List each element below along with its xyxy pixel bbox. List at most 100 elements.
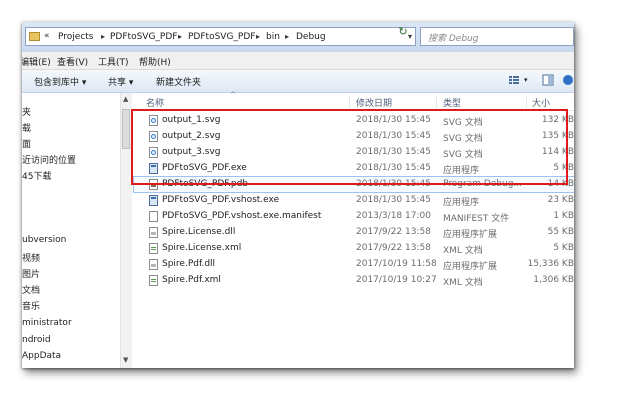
- xml-file-icon: [149, 243, 158, 254]
- breadcrumb-pdftosvg-pdf-2[interactable]: PDFtoSVG_PDF: [188, 32, 255, 42]
- file-row[interactable]: Spire.License.dll 2017/9/22 13:58 应用程序扩展…: [134, 225, 574, 240]
- chevron-right-icon[interactable]: ▸: [256, 32, 260, 41]
- file-name: output_2.svg: [162, 131, 221, 141]
- help-icon[interactable]: [562, 74, 574, 86]
- scroll-down-icon[interactable]: ▼: [123, 356, 128, 364]
- file-name: PDFtoSVG_PDF.vshost.exe.manifest: [162, 211, 322, 221]
- refresh-icon[interactable]: ↻: [395, 26, 411, 38]
- nav-item-administrator[interactable]: ministrator: [22, 318, 72, 328]
- chevron-right-icon[interactable]: ▸: [178, 32, 182, 41]
- nav-item-music[interactable]: 音乐: [22, 299, 40, 312]
- file-type: Program Debug...: [443, 179, 523, 189]
- address-bar[interactable]: « Projects ▸ PDFtoSVG_PDF ▸ PDFtoSVG_PDF…: [25, 27, 416, 46]
- file-date: 2018/1/30 15:45: [356, 179, 431, 189]
- menu-help[interactable]: 帮助(H): [139, 55, 171, 68]
- file-row[interactable]: output_2.svg 2018/1/30 15:45 SVG 文档 135 …: [134, 129, 574, 144]
- file-size: 5 KB: [553, 163, 574, 173]
- file-row[interactable]: Spire.Pdf.dll 2017/10/19 11:58 应用程序扩展 15…: [134, 257, 574, 272]
- address-overflow[interactable]: «: [44, 31, 50, 41]
- new-folder-button[interactable]: 新建文件夹: [156, 75, 201, 88]
- menu-tools[interactable]: 工具(T): [98, 55, 129, 68]
- file-row[interactable]: PDFtoSVG_PDF.exe 2018/1/30 15:45 应用程序 5 …: [134, 161, 574, 176]
- exe-file-icon: [149, 163, 158, 174]
- file-size: 15,336 KB: [527, 259, 574, 269]
- chevron-down-icon[interactable]: ▾: [524, 76, 528, 84]
- preview-pane-icon[interactable]: [542, 74, 554, 86]
- file-row[interactable]: Spire.License.xml 2017/9/22 13:58 XML 文档…: [134, 241, 574, 256]
- svg-file-icon: [149, 131, 158, 142]
- xml-file-icon: [149, 275, 158, 286]
- nav-item-appdata[interactable]: AppData: [22, 351, 61, 361]
- nav-item-downloads[interactable]: 载: [22, 121, 31, 134]
- nav-scrollbar[interactable]: ▲ ▼: [120, 93, 132, 368]
- nav-item-android[interactable]: ndroid: [22, 335, 51, 345]
- nav-item-desktop[interactable]: 面: [22, 137, 31, 150]
- column-divider[interactable]: [436, 95, 437, 108]
- scroll-up-icon[interactable]: ▲: [123, 95, 128, 103]
- file-type: 应用程序: [443, 166, 480, 176]
- file-type: 应用程序: [443, 198, 480, 208]
- file-type: SVG 文档: [443, 150, 483, 160]
- nav-item-downloads-45[interactable]: 45下载: [22, 169, 51, 182]
- file-date: 2017/9/22 13:58: [356, 227, 431, 237]
- file-type: 应用程序扩展: [443, 262, 498, 272]
- file-size: 132 KB: [541, 115, 574, 125]
- file-type: SVG 文档: [443, 134, 483, 144]
- column-type[interactable]: 类型: [443, 96, 461, 109]
- chevron-right-icon[interactable]: ▸: [101, 32, 105, 41]
- file-size: 14 KB: [547, 179, 574, 189]
- file-date: 2018/1/30 15:45: [356, 147, 431, 157]
- nav-item-documents[interactable]: 文档: [22, 283, 40, 296]
- search-input[interactable]: 搜索 Debug: [420, 27, 574, 46]
- file-name: output_3.svg: [162, 147, 221, 157]
- file-row-selected[interactable]: PDFtoSVG_PDF.pdb 2018/1/30 15:45 Program…: [133, 176, 574, 193]
- breadcrumb-pdftosvg-pdf[interactable]: PDFtoSVG_PDF: [110, 32, 177, 42]
- file-row[interactable]: output_1.svg 2018/1/30 15:45 SVG 文档 132 …: [134, 113, 574, 128]
- document-icon: [149, 211, 158, 222]
- file-name: output_1.svg: [162, 115, 221, 125]
- file-row[interactable]: Spire.Pdf.xml 2017/10/19 10:27 XML 文档 1,…: [134, 273, 574, 288]
- file-name: PDFtoSVG_PDF.vshost.exe: [162, 195, 280, 205]
- nav-item-videos[interactable]: 视频: [22, 251, 40, 264]
- file-size: 1 KB: [553, 211, 574, 221]
- column-date[interactable]: 修改日期: [356, 96, 392, 109]
- menu-bar: 编辑(E) 查看(V) 工具(T) 帮助(H): [22, 52, 574, 70]
- file-name: PDFtoSVG_PDF.pdb: [162, 179, 249, 189]
- command-bar: 包含到库中 ▾ 共享 ▾ 新建文件夹 ▾: [22, 70, 574, 93]
- file-row[interactable]: PDFtoSVG_PDF.vshost.exe.manifest 2013/3/…: [134, 209, 574, 224]
- view-options-icon[interactable]: [508, 74, 520, 86]
- column-divider[interactable]: [349, 95, 350, 108]
- menu-view[interactable]: 查看(V): [57, 55, 88, 68]
- file-list: ^ 名称 修改日期 类型 大小 output_1.svg 2018/1/30 1…: [133, 91, 574, 368]
- nav-item-subversion[interactable]: ubversion: [22, 235, 66, 245]
- exe-file-icon: [149, 195, 158, 206]
- file-name: Spire.License.xml: [162, 243, 242, 253]
- nav-item-pictures[interactable]: 图片: [22, 267, 40, 280]
- column-size[interactable]: 大小: [532, 96, 550, 109]
- sort-ascending-icon: ^: [230, 91, 236, 99]
- breadcrumb-bin[interactable]: bin: [266, 32, 280, 42]
- file-date: 2018/1/30 15:45: [356, 115, 431, 125]
- file-date: 2018/1/30 15:45: [356, 131, 431, 141]
- breadcrumb-debug[interactable]: Debug: [296, 32, 326, 42]
- menu-edit[interactable]: 编辑(E): [22, 55, 51, 68]
- svg-file-icon: [149, 147, 158, 158]
- breadcrumb-projects[interactable]: Projects: [58, 32, 93, 42]
- file-date: 2017/10/19 11:58: [356, 259, 437, 269]
- column-divider[interactable]: [526, 95, 527, 108]
- column-name[interactable]: 名称: [146, 96, 164, 109]
- share-button[interactable]: 共享 ▾: [108, 75, 133, 88]
- file-size: 23 KB: [547, 195, 574, 205]
- scrollbar-thumb[interactable]: [122, 109, 130, 149]
- nav-item-favorites[interactable]: 夹: [22, 105, 31, 118]
- file-row[interactable]: output_3.svg 2018/1/30 15:45 SVG 文档 114 …: [134, 145, 574, 160]
- nav-item-recent[interactable]: 近访问的位置: [22, 153, 76, 166]
- navigation-pane: 夹 载 面 近访问的位置 45下载 ubversion 视频 图片 文档 音乐 …: [22, 93, 132, 368]
- file-row[interactable]: PDFtoSVG_PDF.vshost.exe 2018/1/30 15:45 …: [134, 193, 574, 208]
- file-type: XML 文档: [443, 246, 483, 256]
- dll-file-icon: [149, 227, 158, 238]
- dll-file-icon: [149, 259, 158, 270]
- chevron-right-icon[interactable]: ▸: [285, 32, 289, 41]
- file-size: 5 KB: [553, 243, 574, 253]
- include-in-library-button[interactable]: 包含到库中 ▾: [34, 75, 86, 88]
